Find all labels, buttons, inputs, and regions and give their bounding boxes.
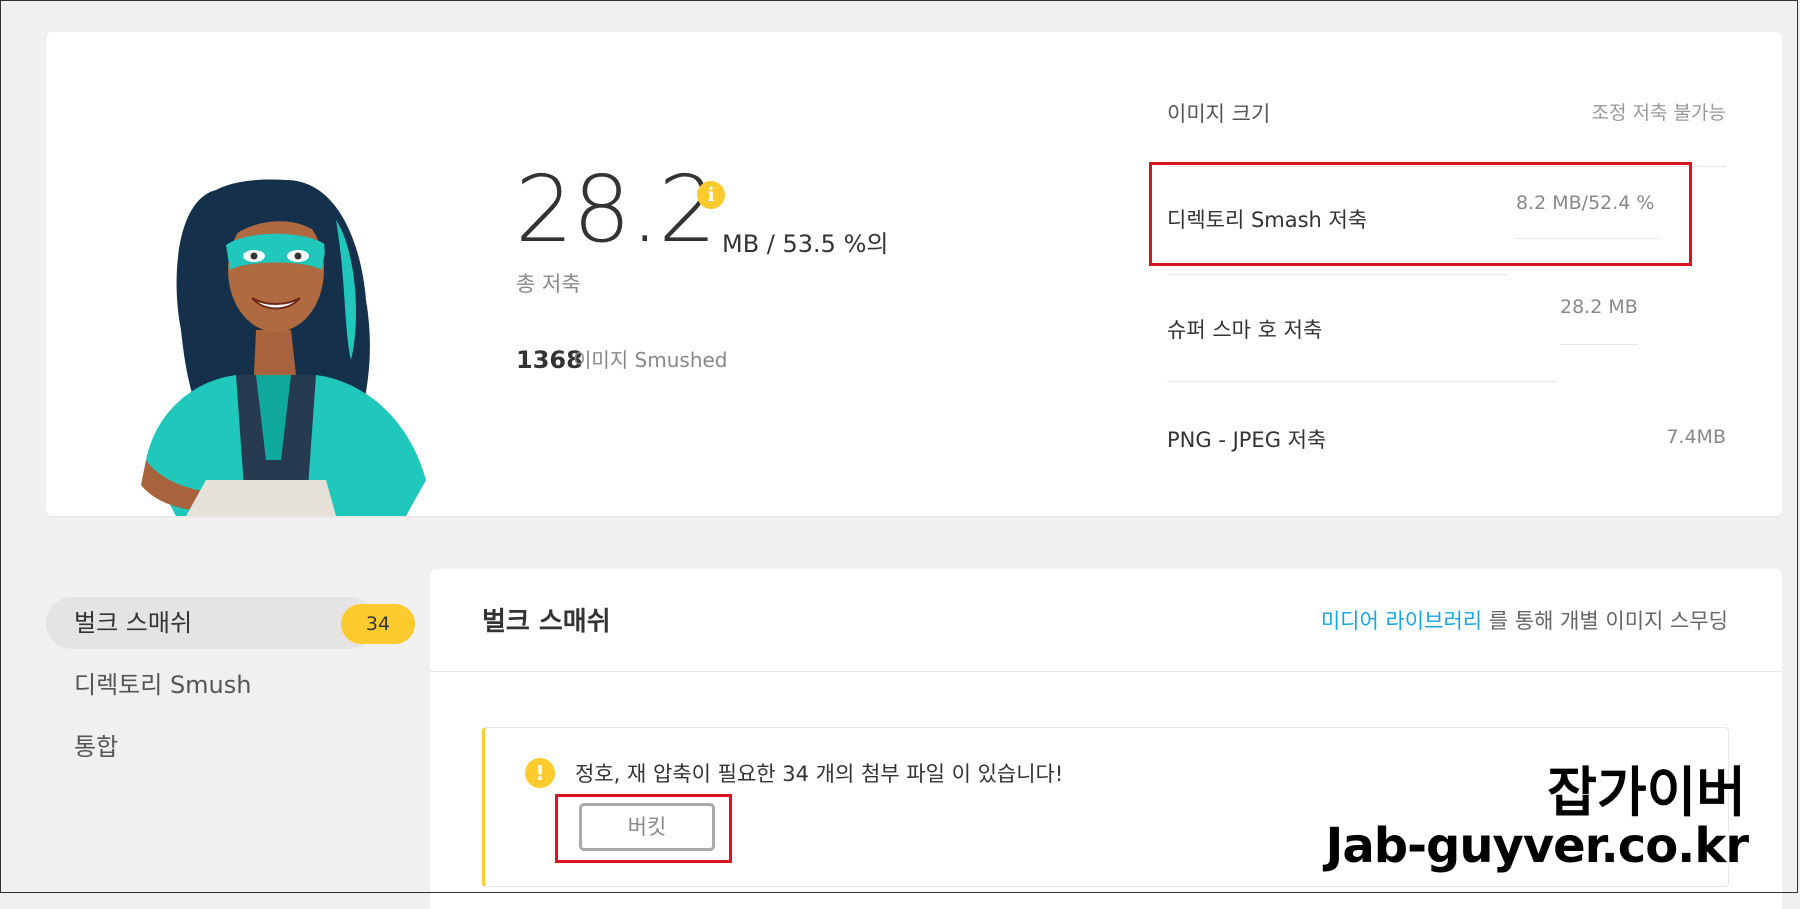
divider bbox=[430, 671, 1782, 672]
divider bbox=[1167, 381, 1557, 382]
sidebar-item-label: 통합 bbox=[74, 733, 119, 761]
sidebar-item-bulk-smush[interactable]: 벌크 스매쉬 34 bbox=[46, 597, 415, 649]
stat-super-smush-value: 28.2 MB bbox=[1560, 296, 1638, 318]
images-smushed-label: 이미지 Smushed bbox=[573, 348, 728, 372]
sidebar-item-label: 디렉토리 Smush bbox=[74, 671, 252, 699]
sidebar-item-integrations[interactable]: 통합 bbox=[46, 721, 376, 773]
total-savings-unit: MB / 53.5 %의 bbox=[722, 230, 889, 258]
summary-card: 28.2 i MB / 53.5 %의 총 저축 1368 이미지 Smushe… bbox=[46, 32, 1782, 516]
stat-image-resize-label: 이미지 크기 bbox=[1167, 102, 1271, 126]
notice-text: 정호, 재 압축이 필요한 34 개의 첨부 파일 이 있습니다! bbox=[575, 762, 1064, 786]
stat-image-resize-value: 조정 저축 불가능 bbox=[1591, 102, 1726, 124]
bulk-count-badge: 34 bbox=[341, 604, 415, 644]
divider bbox=[1560, 344, 1638, 345]
warning-icon: ! bbox=[525, 758, 555, 788]
highlight-box bbox=[1149, 162, 1692, 266]
total-savings-label: 총 저축 bbox=[516, 272, 581, 296]
stat-png-jpeg-label: PNG - JPEG 저축 bbox=[1167, 428, 1327, 452]
watermark-url: Jab-guyver.co.kr bbox=[1325, 818, 1749, 874]
superhero-mascot-illustration bbox=[141, 179, 426, 516]
sidebar-item-directory-smush[interactable]: 디렉토리 Smush bbox=[46, 659, 376, 711]
stat-png-jpeg-value: 7.4MB bbox=[1666, 426, 1726, 448]
panel-title: 벌크 스매쉬 bbox=[482, 607, 611, 637]
media-library-hint: 미디어 라이브러리 를 통해 개별 이미지 스무딩 bbox=[1321, 605, 1728, 635]
stat-super-smush-label: 슈퍼 스마 호 저축 bbox=[1167, 318, 1323, 342]
media-library-link[interactable]: 미디어 라이브러리 bbox=[1321, 609, 1482, 633]
media-library-hint-text: 를 통해 개별 이미지 스무딩 bbox=[1482, 609, 1728, 633]
watermark-title: 잡가이버 bbox=[1547, 761, 1746, 824]
sidebar-item-label: 벌크 스매쉬 bbox=[74, 609, 193, 637]
info-icon[interactable]: i bbox=[697, 181, 725, 209]
total-savings-value: 28.2 bbox=[515, 156, 717, 263]
highlight-box bbox=[555, 794, 732, 863]
divider bbox=[1167, 274, 1507, 275]
